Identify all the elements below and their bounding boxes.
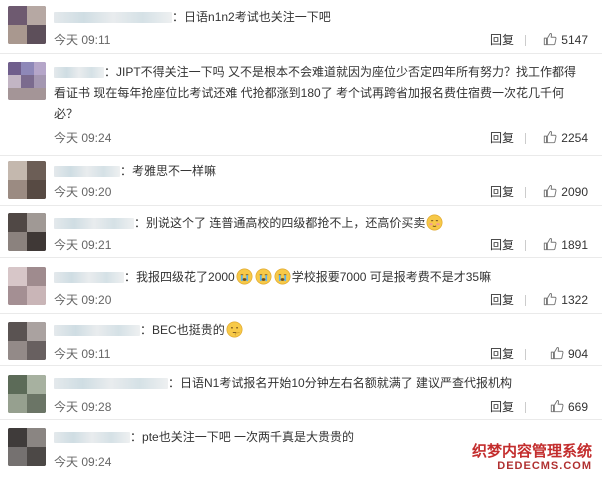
reply-button[interactable]: 回复 <box>490 128 514 148</box>
watermark: 织梦内容管理系统 DEDECMS.COM <box>472 443 592 473</box>
comment-time: 今天 09:20 <box>54 185 112 199</box>
avatar[interactable] <box>8 213 46 251</box>
divider <box>525 402 526 413</box>
like-button[interactable]: 2254 <box>532 128 588 148</box>
comment-time: 今天 09:11 <box>54 347 111 361</box>
avatar[interactable] <box>8 322 46 360</box>
comment-text: 日语N1考试报名开始10分钟左右名额就满了 建议严查代报机构 <box>180 376 513 390</box>
username-blurred[interactable] <box>54 432 130 444</box>
comment-text-continued: 学校报要7000 可是报考费不是才35嘛 <box>291 270 492 284</box>
like-button[interactable]: 2090 <box>532 182 588 202</box>
comment-item: ：别说这个了 连普通高校的四级都抢不上，还高价买卖 今天 09:21 回复 18… <box>0 206 602 258</box>
thumbs-up-icon <box>550 400 564 413</box>
like-count: 904 <box>567 347 588 361</box>
avatar[interactable] <box>8 161 46 199</box>
comment-item: ：日语N1考试报名开始10分钟左右名额就满了 建议严查代报机构 今天 09:28… <box>0 366 602 420</box>
comment-time: 今天 09:21 <box>54 238 112 252</box>
comment-item: ：JIPT不得关注一下吗 又不是根本不会难道就因为座位少否定四年所有努力？找工作… <box>0 54 602 156</box>
comment-time: 今天 09:24 <box>54 131 112 145</box>
thumbs-up-icon <box>544 33 557 46</box>
like-count: 5147 <box>561 33 588 47</box>
thumbs-up-icon <box>544 131 557 144</box>
shy-emoji-icon <box>426 214 443 231</box>
comment-item: ：考雅思不一样嘛 今天 09:20 回复 2090 <box>0 156 602 206</box>
like-button[interactable]: 669 <box>532 397 588 417</box>
watermark-line2: DEDECMS.COM <box>497 460 592 472</box>
like-count: 1322 <box>561 293 588 307</box>
username-blurred[interactable] <box>54 166 120 178</box>
colon: ： <box>120 164 133 178</box>
comment-text: 考雅思不一样嘛 <box>132 164 217 178</box>
comment-item: ：日语n1n2考试也关注一下吧 今天 09:11 回复 5147 <box>0 0 602 54</box>
like-button[interactable]: 1322 <box>532 290 588 310</box>
avatar[interactable] <box>8 375 46 413</box>
like-count: 669 <box>567 400 588 414</box>
username-blurred[interactable] <box>54 378 168 390</box>
reply-button[interactable]: 回复 <box>490 397 514 417</box>
like-count: 1891 <box>561 238 588 252</box>
like-count: 2254 <box>561 131 588 145</box>
comment-time: 今天 09:11 <box>54 33 111 47</box>
divider <box>525 295 526 306</box>
username-blurred[interactable] <box>54 12 172 24</box>
username-blurred[interactable] <box>54 272 124 284</box>
colon: ： <box>172 10 185 24</box>
colon: ： <box>130 430 143 444</box>
comment-text: 别说这个了 连普通高校的四级都抢不上，还高价买卖 <box>146 216 426 230</box>
reply-button[interactable]: 回复 <box>490 290 514 310</box>
avatar[interactable] <box>8 6 46 44</box>
like-button[interactable]: 1891 <box>532 235 588 255</box>
colon: ： <box>124 270 137 284</box>
watermark-line1: 织梦内容管理系统 <box>471 443 592 460</box>
colon: ： <box>104 65 117 79</box>
like-button[interactable]: 904 <box>532 344 588 364</box>
divider <box>525 240 526 251</box>
comment-time: 今天 09:20 <box>54 293 112 307</box>
colon: ： <box>134 216 147 230</box>
like-button[interactable]: 5147 <box>532 30 588 50</box>
reply-button[interactable]: 回复 <box>490 182 514 202</box>
reply-button[interactable]: 回复 <box>490 30 514 50</box>
colon: ： <box>168 376 181 390</box>
thumbs-up-icon <box>544 238 557 251</box>
reply-button[interactable]: 回复 <box>490 235 514 255</box>
comment-text: 日语n1n2考试也关注一下吧 <box>184 10 331 24</box>
comment-time: 今天 09:28 <box>54 400 112 414</box>
comment-item: ：BEC也挺贵的 今天 09:11 回复 904 <box>0 314 602 366</box>
divider <box>525 133 526 144</box>
crying-emoji-icon <box>274 268 291 285</box>
comment-time: 今天 09:24 <box>54 455 112 469</box>
divider <box>525 349 526 360</box>
thumbs-up-icon <box>550 347 564 360</box>
divider <box>525 187 526 198</box>
thinking-emoji-icon <box>226 321 243 338</box>
reply-button[interactable]: 回复 <box>490 344 514 364</box>
username-blurred[interactable] <box>54 325 140 337</box>
like-count: 2090 <box>561 185 588 199</box>
comment-text: BEC也挺贵的 <box>152 323 225 337</box>
thumbs-up-icon <box>544 293 557 306</box>
colon: ： <box>140 323 153 337</box>
avatar[interactable] <box>8 267 46 305</box>
comment-text: pte也关注一下吧 一次两千真是大贵贵的 <box>142 430 355 444</box>
comment-item: ：我报四级花了2000 学校报要7000 可是报考费不是才35嘛 今天 09:20… <box>0 258 602 314</box>
divider <box>525 35 526 46</box>
crying-emoji-icon <box>255 268 272 285</box>
avatar[interactable] <box>8 62 46 100</box>
crying-emoji-icon <box>236 268 253 285</box>
thumbs-up-icon <box>544 185 557 198</box>
username-blurred[interactable] <box>54 67 104 79</box>
comment-text: JIPT不得关注一下吗 又不是根本不会难道就因为座位少否定四年所有努力？找工作都… <box>54 65 577 121</box>
username-blurred[interactable] <box>54 218 134 230</box>
comment-text: 我报四级花了2000 <box>136 270 235 284</box>
avatar[interactable] <box>8 428 46 466</box>
